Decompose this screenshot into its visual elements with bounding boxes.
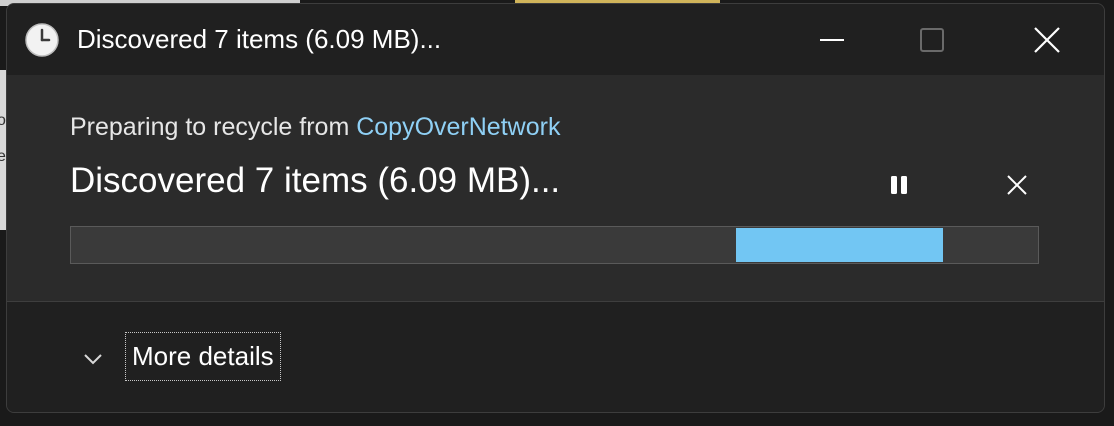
dialog-footer: More details (7, 301, 1104, 412)
operation-status: Discovered 7 items (6.09 MB)... (70, 161, 561, 200)
window-title: Discovered 7 items (6.09 MB)... (77, 24, 442, 54)
pause-icon (891, 176, 907, 194)
clock-icon (25, 23, 59, 57)
progress-indicator (736, 228, 943, 262)
cancel-operation-button[interactable] (995, 165, 1039, 205)
progress-bar (70, 226, 1039, 264)
title-bar[interactable]: Discovered 7 items (6.09 MB)... (7, 4, 1104, 75)
close-window-button[interactable] (992, 4, 1102, 75)
more-details-button[interactable]: More details (125, 332, 281, 381)
source-folder-link[interactable]: CopyOverNetwork (356, 113, 560, 141)
chevron-down-icon[interactable] (81, 347, 105, 371)
operation-panel: Preparing to recycle from CopyOverNetwor… (7, 75, 1104, 299)
pause-button[interactable] (877, 165, 921, 205)
minimize-icon (820, 38, 844, 41)
operation-description: Preparing to recycle from CopyOverNetwor… (70, 113, 560, 142)
maximize-button[interactable] (877, 4, 987, 75)
close-icon (1007, 175, 1027, 195)
close-icon (1034, 26, 1060, 53)
minimize-button[interactable] (777, 4, 887, 75)
operation-prefix: Preparing to recycle from (70, 113, 357, 141)
maximize-icon (920, 27, 944, 52)
file-operation-dialog: Discovered 7 items (6.09 MB)... Preparin… (6, 3, 1105, 413)
